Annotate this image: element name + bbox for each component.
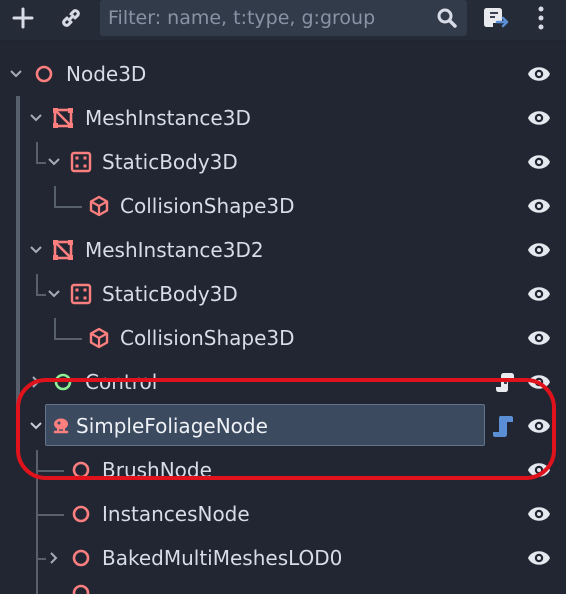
node3d-icon [70, 547, 92, 569]
add-node-button[interactable] [4, 0, 42, 36]
eye-icon [528, 419, 550, 433]
tree-row-collisionshape3d[interactable]: CollisionShape3D [0, 316, 566, 360]
search-icon [437, 8, 457, 28]
tree-row-instancesnode[interactable]: InstancesNode [0, 492, 566, 536]
node-name: CollisionShape3D [120, 326, 295, 350]
visibility-toggle[interactable] [526, 326, 552, 350]
node-name: BakedMultiMeshesLOD0 [102, 546, 343, 570]
expand-arrow[interactable] [44, 548, 64, 568]
mesh-instance-icon [52, 107, 74, 129]
tree-row-staticbody3d[interactable]: StaticBody3D [0, 140, 566, 184]
eye-icon [528, 67, 550, 81]
eye-icon [528, 199, 550, 213]
visibility-toggle[interactable] [526, 106, 552, 130]
visibility-toggle[interactable] [526, 414, 552, 438]
node-name: StaticBody3D [102, 282, 238, 306]
visibility-toggle[interactable] [526, 238, 552, 262]
node-name: Node3D [66, 62, 147, 86]
eye-icon [528, 243, 550, 257]
scene-menu-button[interactable] [522, 0, 560, 36]
static-body-icon [70, 283, 92, 305]
eye-icon [528, 111, 550, 125]
node3d-icon [70, 582, 92, 594]
script-attach-icon [484, 8, 509, 28]
tree-row-node3d[interactable]: Node3D [0, 52, 566, 96]
eye-icon [528, 287, 550, 301]
node3d-icon [70, 503, 92, 525]
open-script-button[interactable] [492, 369, 518, 395]
script-icon [496, 373, 514, 392]
chevron-down-icon [30, 114, 42, 122]
open-script-button[interactable] [490, 413, 516, 439]
visibility-toggle[interactable] [526, 502, 552, 526]
collapse-arrow[interactable] [26, 108, 46, 128]
visibility-toggle[interactable] [526, 150, 552, 174]
collapse-arrow[interactable] [44, 152, 64, 172]
collapse-arrow[interactable] [6, 64, 26, 84]
eye-icon [528, 507, 550, 521]
visibility-toggle[interactable] [526, 62, 552, 86]
static-body-icon [70, 151, 92, 173]
scene-tree: Node3D MeshInstance3D StaticBody3D Colli… [0, 44, 566, 594]
node-name: InstancesNode [102, 502, 250, 526]
node-name: SimpleFoliageNode [76, 414, 268, 438]
mesh-instance-icon [52, 239, 74, 261]
eye-icon [528, 463, 550, 477]
chevron-down-icon [30, 422, 42, 430]
scene-dock-toolbar [0, 0, 566, 40]
script-icon [493, 416, 513, 437]
node-name: Control [85, 370, 158, 394]
filter-input[interactable] [108, 0, 428, 36]
plus-icon [12, 7, 34, 29]
visibility-toggle[interactable] [526, 194, 552, 218]
eye-icon [528, 155, 550, 169]
tree-row-collisionshape3d[interactable]: CollisionShape3D [0, 184, 566, 228]
eye-icon [528, 551, 550, 565]
expand-arrow[interactable] [26, 372, 46, 392]
eye-icon [528, 375, 550, 389]
visibility-toggle[interactable] [526, 282, 552, 306]
collision-shape-icon [88, 195, 110, 217]
tree-row-meshinstance3d[interactable]: MeshInstance3D [0, 96, 566, 140]
chevron-down-icon [48, 290, 60, 298]
node-name: StaticBody3D [102, 150, 238, 174]
collapse-arrow[interactable] [26, 240, 46, 260]
control-icon [52, 371, 74, 393]
collision-shape-icon [88, 327, 110, 349]
chevron-down-icon [48, 158, 60, 166]
chevron-right-icon [32, 376, 40, 388]
link-icon [62, 9, 80, 27]
visibility-toggle[interactable] [526, 370, 552, 394]
collapse-arrow[interactable] [26, 416, 46, 436]
node-name: CollisionShape3D [120, 194, 295, 218]
eye-icon [528, 331, 550, 345]
chevron-down-icon [30, 246, 42, 254]
tree-row-meshinstance3d2[interactable]: MeshInstance3D2 [0, 228, 566, 272]
chevron-right-icon [50, 552, 58, 564]
tree-row-bakedmultimesheslod0[interactable]: BakedMultiMeshesLOD0 [0, 536, 566, 580]
attach-script-button[interactable] [476, 0, 514, 36]
filter-field[interactable] [100, 0, 467, 36]
node3d-icon [70, 459, 92, 481]
chevron-down-icon [10, 70, 22, 78]
vertical-ellipsis-icon [538, 6, 544, 30]
tree-row-control[interactable]: Control [0, 360, 566, 404]
foliage-icon [50, 415, 72, 437]
node-name: BrushNode [102, 458, 212, 482]
tree-row-simplefoliagenode[interactable]: SimpleFoliageNode [0, 404, 566, 448]
tree-row-brushnode[interactable]: BrushNode [0, 448, 566, 492]
visibility-toggle[interactable] [526, 546, 552, 570]
collapse-arrow[interactable] [44, 284, 64, 304]
node3d-icon [33, 63, 55, 85]
tree-row-staticbody3d[interactable]: StaticBody3D [0, 272, 566, 316]
instantiate-scene-button[interactable] [52, 0, 90, 36]
visibility-toggle[interactable] [526, 458, 552, 482]
node-name: MeshInstance3D2 [85, 238, 264, 262]
node-name: MeshInstance3D [85, 106, 251, 130]
